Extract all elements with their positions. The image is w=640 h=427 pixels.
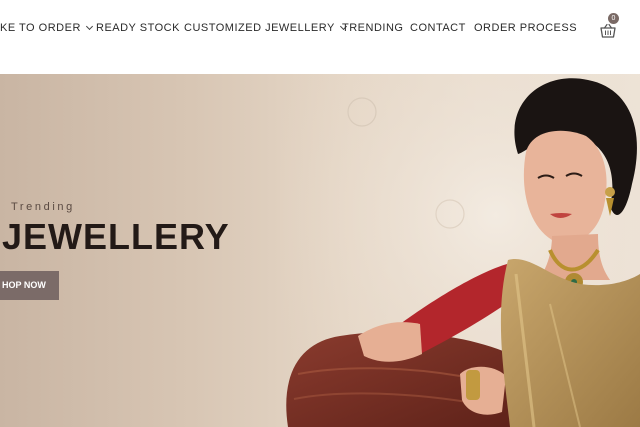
- nav-item-customized-jewellery[interactable]: CUSTOMIZED JEWELLERY: [184, 22, 347, 34]
- nav-item-label: READY STOCK: [96, 22, 180, 34]
- basket-icon: [600, 23, 616, 38]
- nav-item-contact[interactable]: CONTACT: [410, 22, 466, 34]
- hero-headline: JEWELLERY: [2, 216, 230, 257]
- nav-item-label: KE TO ORDER: [0, 22, 81, 34]
- nav-item-label: TRENDING: [342, 22, 404, 34]
- nav-item-make-to-order[interactable]: KE TO ORDER: [0, 22, 93, 34]
- chevron-down-icon: [85, 22, 93, 31]
- nav-item-trending[interactable]: TRENDING: [342, 22, 403, 34]
- hero-kicker: Trending: [11, 201, 75, 213]
- nav-item-label: CONTACT: [410, 22, 466, 34]
- cart-button[interactable]: 0: [599, 13, 621, 40]
- nav-item-label: ORDER PROCESS: [474, 22, 578, 34]
- cart-count-badge: 0: [608, 13, 619, 24]
- shop-now-button[interactable]: HOP NOW: [0, 271, 59, 300]
- hero-banner: Trending JEWELLERY HOP NOW: [0, 74, 640, 427]
- nav-item-label: CUSTOMIZED JEWELLERY: [184, 22, 335, 34]
- nav-item-ready-stock[interactable]: READY STOCK: [96, 22, 180, 34]
- site-header: KE TO ORDER READY STOCK CUSTOMIZED JEWEL…: [0, 0, 640, 74]
- nav-item-order-process[interactable]: ORDER PROCESS: [474, 22, 577, 34]
- hero-model-image: [280, 74, 640, 427]
